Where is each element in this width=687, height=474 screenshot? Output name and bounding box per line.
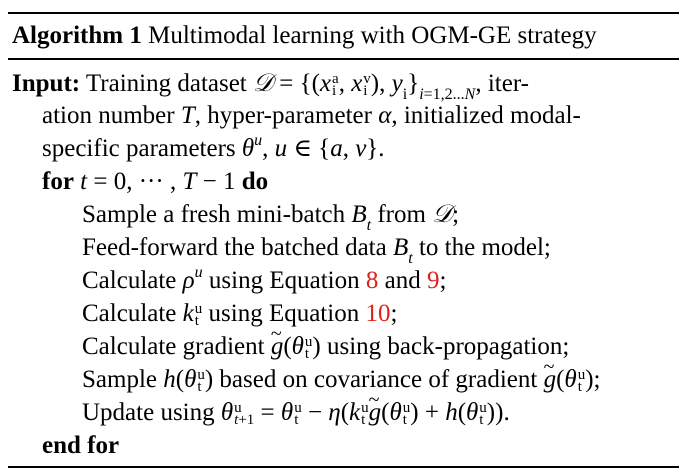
input-line-3: specific parameters θu, u ∈ {a, v}. (42, 131, 385, 162)
caption-rule (8, 58, 679, 60)
equation-ref-10[interactable]: 10 (365, 300, 390, 327)
step-6: Sample h(θ u t) based on covariance of gra… (82, 351, 600, 396)
for-line: for t = 0, ··· , T − 1 do (42, 168, 269, 195)
input-label: Input: (12, 70, 81, 97)
step-5: Calculate gradient g(θut) using back-pro… (82, 318, 569, 363)
for-keyword: for (42, 168, 74, 195)
equation-ref-8[interactable]: 8 (366, 267, 379, 294)
step-2: Feed-forward the batched data Bt to the … (82, 234, 551, 267)
algorithm-title: Multimodal learning with OGM-GE strategy (148, 22, 597, 49)
top-rule (8, 12, 679, 14)
end-for-line: end for (42, 432, 120, 459)
step-1: Sample a fresh mini-batch Bt from 𝒟; (82, 201, 460, 234)
step-4: Calculate kut using Equation 10; (82, 300, 398, 330)
equation-ref-9[interactable]: 9 (427, 267, 440, 294)
step-3: Calculate ρu using Equation 8 and 9; (82, 263, 447, 294)
input-line-2: ation number T, hyper-parameter α, initi… (42, 102, 581, 129)
algorithm-caption: Algorithm 1 Multimodal learning with OGM… (12, 20, 597, 52)
algorithm-label: Algorithm 1 (12, 22, 142, 49)
bottom-rule (8, 466, 679, 468)
do-keyword: do (241, 168, 269, 195)
step-7: Update using θut+1 = θut − η(kutg(θut) +… (82, 384, 510, 429)
algorithm-block: Algorithm 1 Multimodal learning with OGM… (0, 0, 687, 474)
input-line-1: Input: Training dataset 𝒟 = {(x a i, x v i),… (12, 70, 529, 103)
